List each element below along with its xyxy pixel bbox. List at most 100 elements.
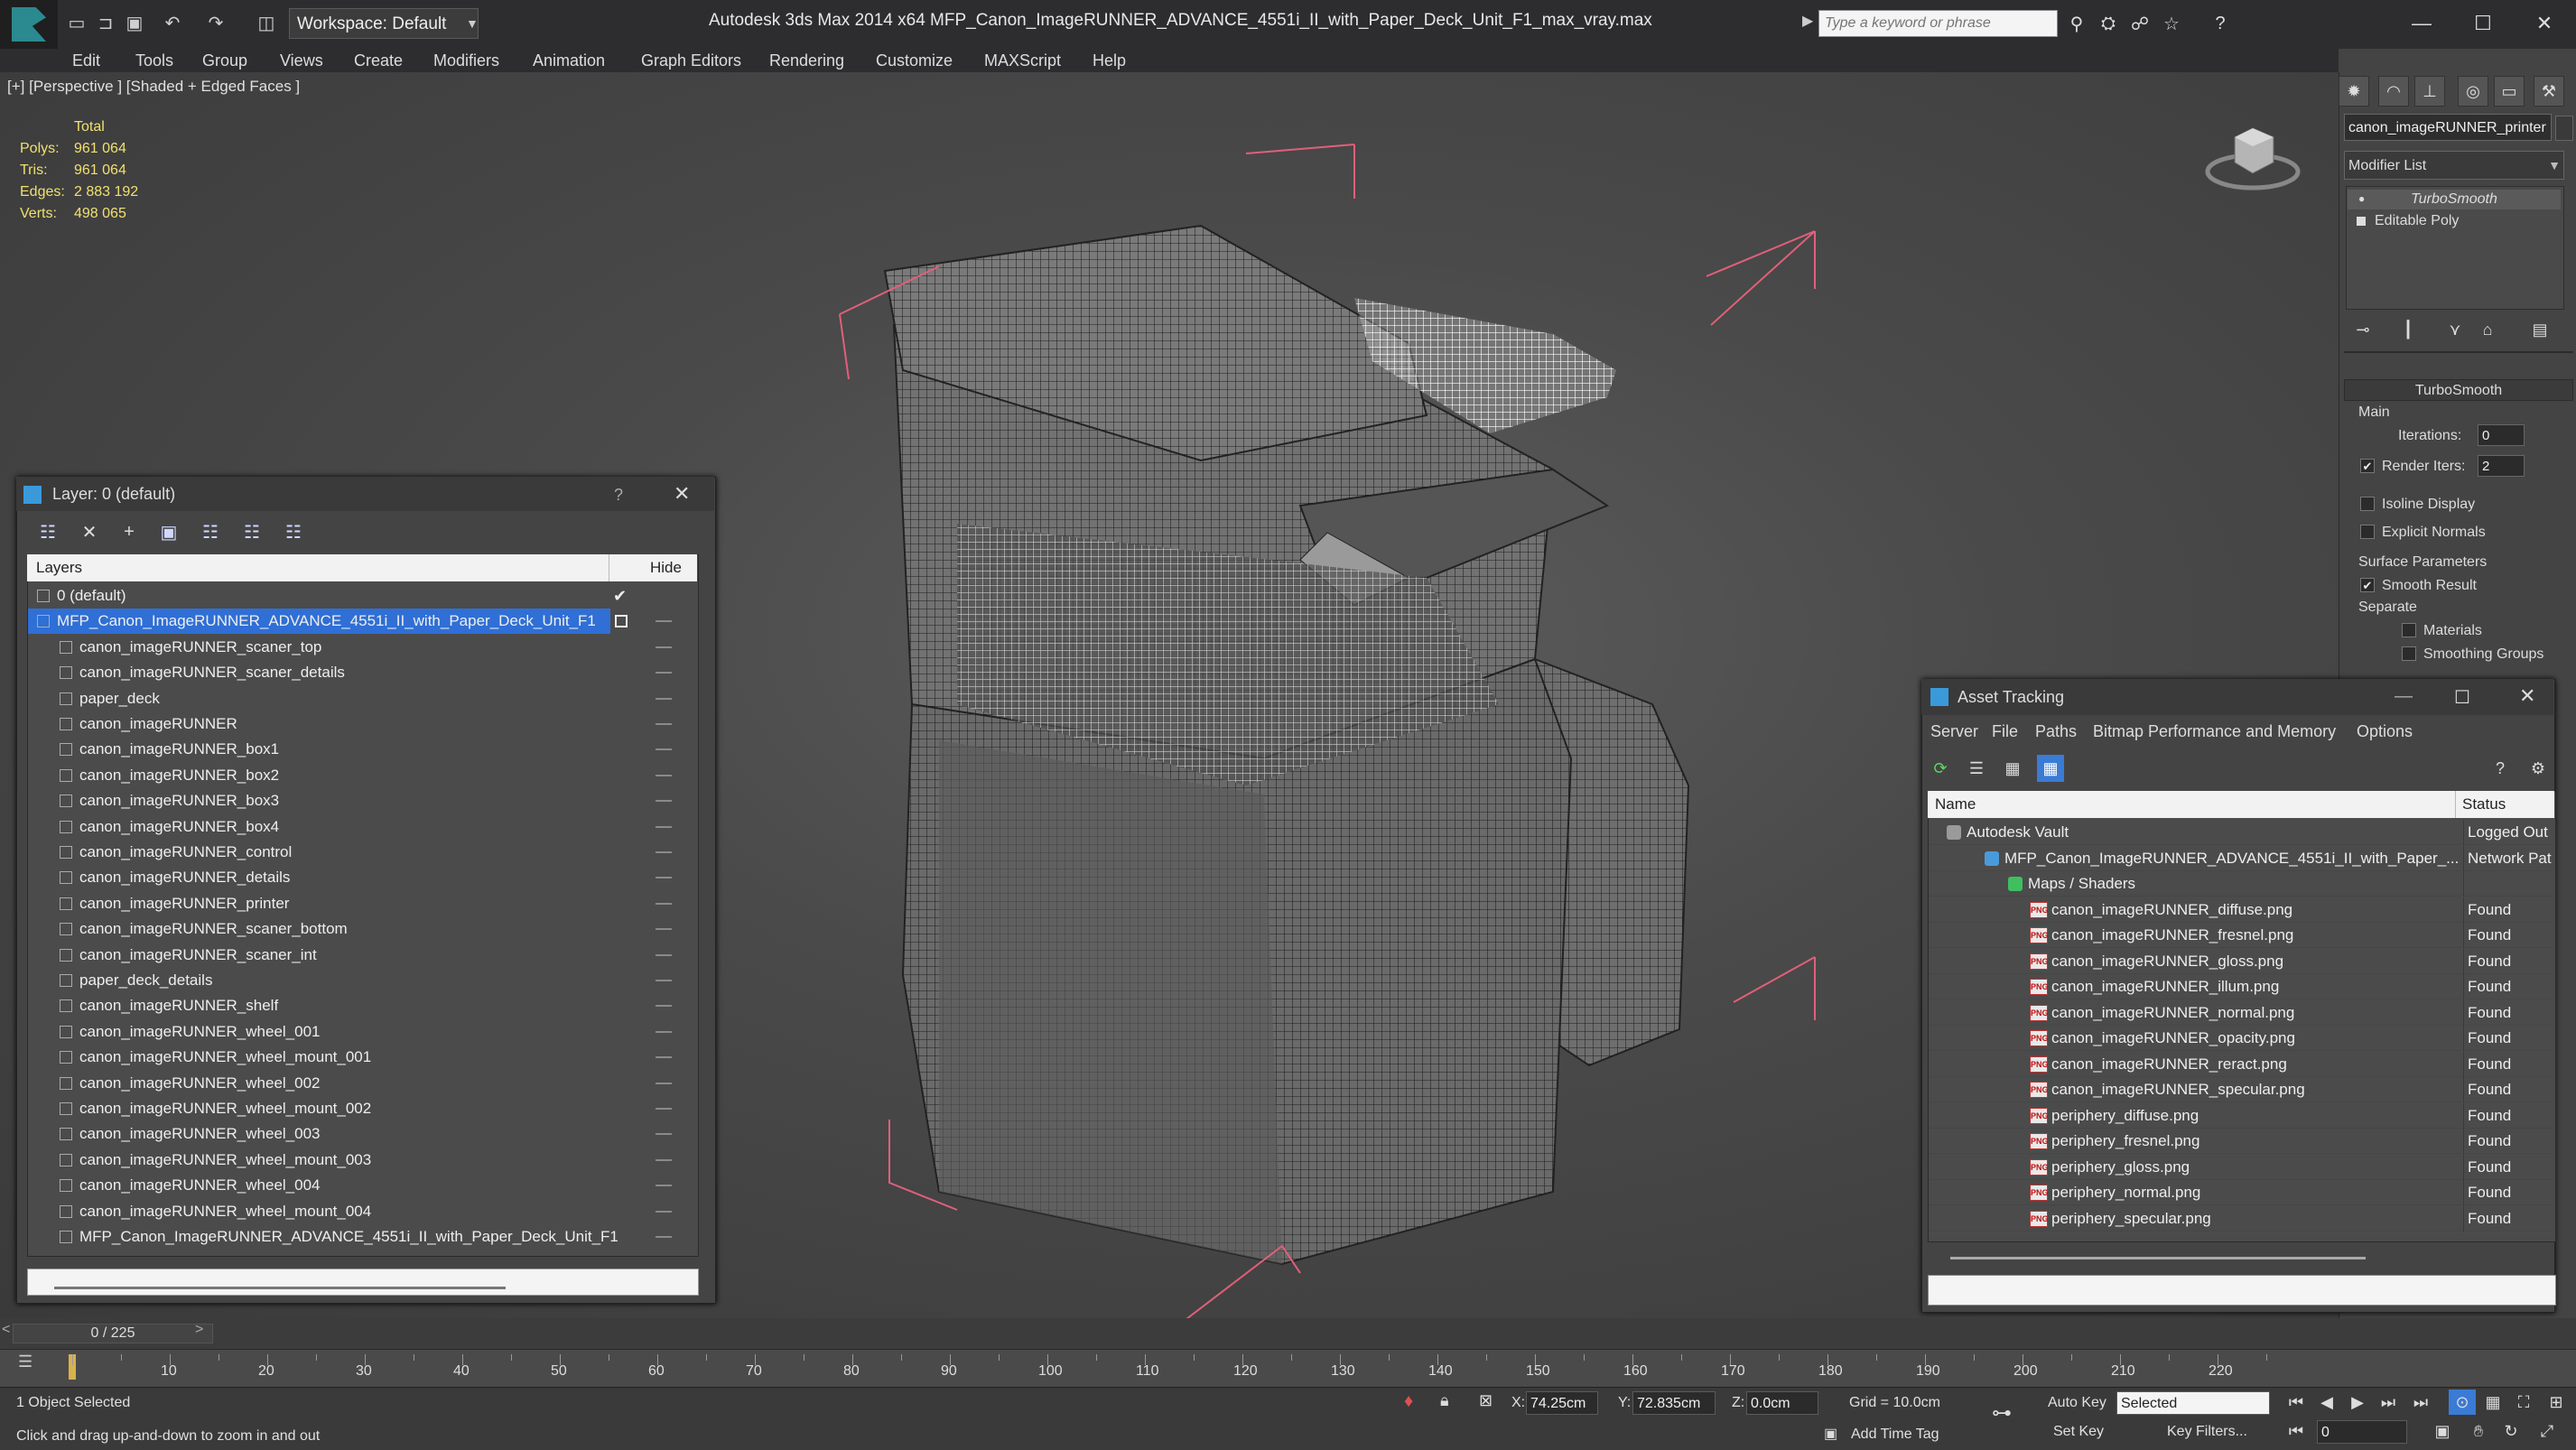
menu-group[interactable]: Group xyxy=(202,49,247,72)
menu-maxscript[interactable]: MAXScript xyxy=(984,49,1061,72)
asset-row[interactable]: PNG periphery_diffuse.png Found xyxy=(1929,1102,2553,1129)
utilities-tab-icon[interactable]: ⚒ xyxy=(2534,76,2564,107)
asset-row[interactable]: PNG canon_imageRUNNER_illum.png Found xyxy=(1929,974,2553,999)
hierarchy-tab-icon[interactable]: ⊥ xyxy=(2414,76,2445,107)
layer-object-row[interactable]: canon_imageRUNNER_box4 xyxy=(28,814,696,840)
turbosmooth-rollout-header[interactable]: TurboSmooth xyxy=(2344,379,2573,401)
col-status[interactable]: Status xyxy=(2462,791,2506,818)
configure-sets-icon[interactable]: ▤ xyxy=(2528,318,2552,341)
layer-object-row[interactable]: paper_deck xyxy=(28,686,696,711)
create-layer-icon[interactable]: ☷ xyxy=(34,518,61,545)
asset-menu-paths[interactable]: Paths xyxy=(2035,722,2077,741)
explicit-normals-checkbox[interactable] xyxy=(2360,525,2375,539)
key-mode-icon[interactable]: ⊶ xyxy=(1992,1401,2012,1425)
hide-toggle[interactable] xyxy=(656,1185,672,1187)
asset-row[interactable]: PNG periphery_specular.png Found xyxy=(1929,1205,2553,1232)
asset-row[interactable]: PNG canon_imageRUNNER_fresnel.png Found xyxy=(1929,923,2553,948)
y-coordinate-field[interactable]: 72.835cm xyxy=(1632,1391,1716,1415)
minimize-button[interactable]: — xyxy=(2395,5,2449,42)
layer-row-default[interactable]: 0 (default) ✔ xyxy=(28,583,696,609)
layer-object-row[interactable]: canon_imageRUNNER_wheel_mount_004 xyxy=(28,1199,696,1224)
chevron-left-icon[interactable]: < xyxy=(2,1322,10,1338)
modifier-list-dropdown[interactable]: Modifier List xyxy=(2344,151,2564,180)
chevron-down-icon[interactable]: ▼ xyxy=(2544,151,2564,180)
key-filters-button[interactable]: Key Filters... xyxy=(2167,1424,2247,1440)
hide-toggle[interactable] xyxy=(656,1056,672,1059)
search-input[interactable] xyxy=(1818,10,2058,37)
layer-object-row[interactable]: canon_imageRUNNER_printer xyxy=(28,891,696,916)
hide-toggle[interactable] xyxy=(656,953,672,956)
isolate-icon[interactable]: ♦ xyxy=(1404,1391,1413,1412)
current-frame-field[interactable]: 0 xyxy=(2317,1420,2407,1444)
current-layer-check-icon[interactable]: ✔ xyxy=(613,583,627,609)
help-icon[interactable]: ? xyxy=(614,486,623,505)
open-file-icon[interactable]: ⊐ xyxy=(94,11,117,34)
layer-object-row[interactable]: canon_imageRUNNER_scaner_int xyxy=(28,943,696,968)
time-config-icon[interactable]: ▣ xyxy=(2429,1418,2456,1444)
communication-icon[interactable]: ☍ xyxy=(2128,12,2152,35)
layer-object-row[interactable]: canon_imageRUNNER_wheel_003 xyxy=(28,1121,696,1147)
walk-through-icon[interactable]: ⤢ xyxy=(2534,1418,2561,1444)
asset-menu-server[interactable]: Server xyxy=(1930,722,1978,741)
layer-object-row[interactable]: canon_imageRUNNER_details xyxy=(28,865,696,890)
menu-help[interactable]: Help xyxy=(1093,49,1126,72)
field-of-view-icon[interactable]: ⛶ xyxy=(2510,1390,2537,1415)
hide-toggle[interactable] xyxy=(656,1082,672,1084)
track-bar[interactable] xyxy=(0,1349,2576,1388)
help-icon[interactable]: ? xyxy=(2487,755,2514,782)
layer-object-row[interactable]: canon_imageRUNNER_control xyxy=(28,840,696,865)
asset-row[interactable]: PNG periphery_fresnel.png Found xyxy=(1929,1129,2553,1154)
col-layers[interactable]: Layers xyxy=(36,554,82,581)
grid-view-icon[interactable]: ▦ xyxy=(2037,755,2064,782)
layer-object-row[interactable]: paper_deck_details xyxy=(28,968,696,993)
menu-tools[interactable]: Tools xyxy=(135,49,173,72)
absolute-mode-icon[interactable]: ⊠ xyxy=(1479,1391,1493,1410)
chevron-right-icon[interactable]: ▶ xyxy=(1802,12,1813,30)
maximize-viewport-icon[interactable]: ⊞ xyxy=(2543,1390,2570,1415)
modify-tab-icon[interactable]: ◠ xyxy=(2378,76,2409,107)
curve-editor-icon[interactable]: ☰ xyxy=(18,1352,40,1374)
new-file-icon[interactable]: ▭ xyxy=(65,11,88,34)
smooth-result-checkbox[interactable]: ✔ xyxy=(2360,578,2375,592)
maximize-button[interactable]: ☐ xyxy=(2456,5,2510,42)
layer-object-row[interactable]: canon_imageRUNNER_scaner_bottom xyxy=(28,916,696,942)
layer-object-row[interactable]: canon_imageRUNNER_wheel_mount_002 xyxy=(28,1096,696,1121)
table-view-icon[interactable]: ▦ xyxy=(1999,755,2026,782)
lightbulb-icon[interactable]: ● xyxy=(2358,192,2369,205)
close-icon[interactable]: ✕ xyxy=(2519,684,2535,708)
asset-row[interactable]: PNG periphery_gloss.png Found xyxy=(1929,1154,2553,1180)
menu-edit[interactable]: Edit xyxy=(72,49,100,72)
hide-toggle[interactable] xyxy=(656,1030,672,1033)
asset-menu-options[interactable]: Options xyxy=(2357,722,2413,741)
object-name-field[interactable]: canon_imageRUNNER_printer xyxy=(2344,114,2552,141)
hide-toggle[interactable] xyxy=(656,928,672,931)
layer-object-row[interactable]: canon_imageRUNNER_shelf xyxy=(28,993,696,1018)
favorites-star-icon[interactable]: ☆ xyxy=(2160,12,2183,35)
motion-tab-icon[interactable]: ◎ xyxy=(2458,76,2488,107)
menu-modifiers[interactable]: Modifiers xyxy=(433,49,499,72)
chevron-down-icon[interactable]: ▼ xyxy=(466,8,486,39)
menu-customize[interactable]: Customize xyxy=(876,49,953,72)
hide-toggle[interactable] xyxy=(656,902,672,905)
asset-row[interactable]: PNG canon_imageRUNNER_reract.png Found xyxy=(1929,1051,2553,1077)
app-logo-button[interactable] xyxy=(0,0,58,49)
binoculars-icon[interactable]: ⚲ xyxy=(2065,12,2088,35)
layer-object-row[interactable]: canon_imageRUNNER_box2 xyxy=(28,763,696,788)
layer-row-selected[interactable]: MFP_Canon_ImageRUNNER_ADVANCE_4551i_II_w… xyxy=(28,609,672,635)
auto-key-button[interactable]: Auto Key xyxy=(2048,1395,2106,1411)
render-iters-spinner[interactable]: 2 xyxy=(2478,455,2525,477)
hide-toggle[interactable] xyxy=(656,1236,672,1238)
hide-toggle[interactable] xyxy=(656,980,672,981)
hide-toggle[interactable] xyxy=(656,620,672,623)
play-icon[interactable]: ▶︎ xyxy=(2344,1390,2371,1415)
layer-object-row[interactable]: canon_imageRUNNER_wheel_004 xyxy=(28,1173,696,1198)
layer-object-row[interactable]: canon_imageRUNNER_box3 xyxy=(28,788,696,813)
asset-row[interactable]: PNG canon_imageRUNNER_specular.png Found xyxy=(1929,1077,2553,1102)
add-time-tag-button[interactable]: Add Time Tag xyxy=(1851,1427,1939,1443)
layer-object-row[interactable]: canon_imageRUNNER xyxy=(28,711,696,737)
hide-toggle[interactable] xyxy=(656,672,672,674)
workspace-dropdown[interactable]: Workspace: Default xyxy=(289,8,479,39)
x-coordinate-field[interactable]: 74.25cm xyxy=(1526,1391,1598,1415)
hide-toggle[interactable] xyxy=(656,1158,672,1161)
go-to-end-icon[interactable]: ⏭ xyxy=(2407,1390,2434,1415)
